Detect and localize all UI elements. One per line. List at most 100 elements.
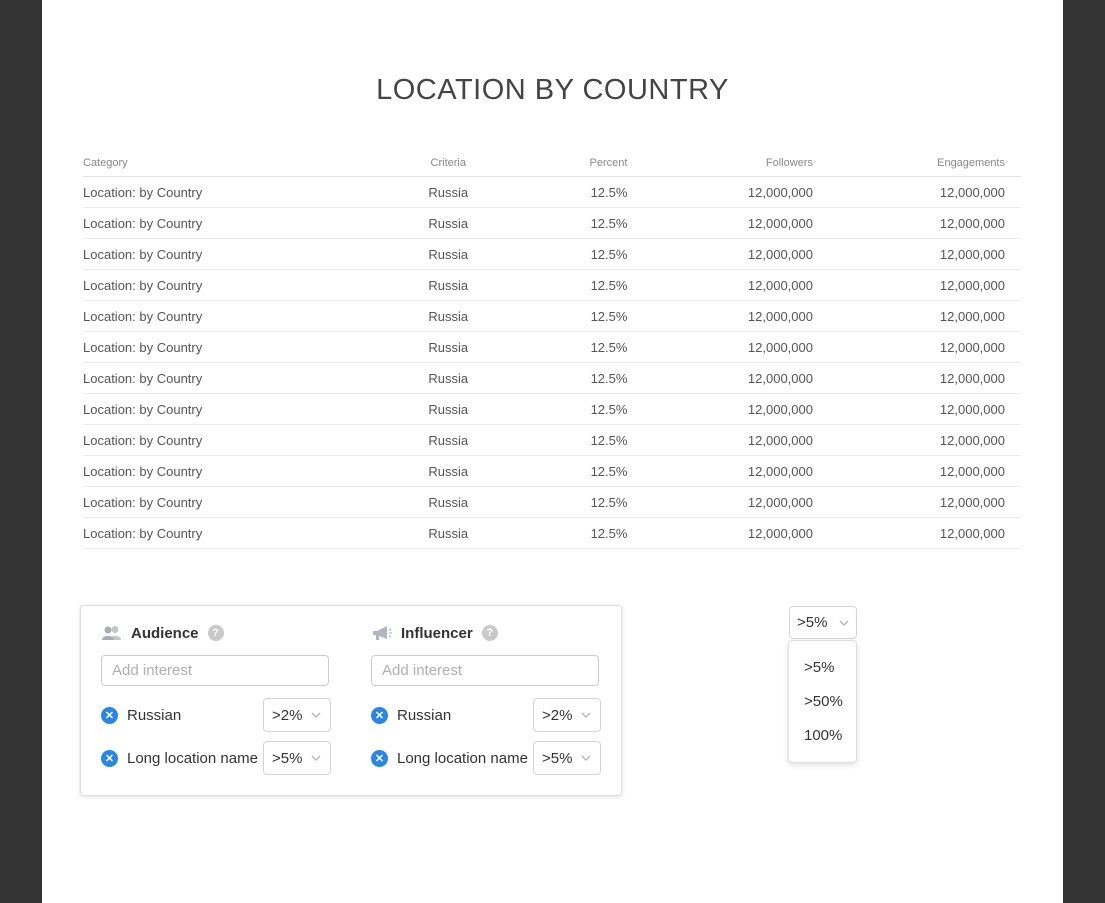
cell-engagements: 12,000,000 <box>828 207 1021 239</box>
cell-criteria: Russia <box>392 207 521 239</box>
megaphone-icon <box>371 625 393 641</box>
remove-tag-icon[interactable]: ✕ <box>371 706 388 724</box>
cell-percent: 12.5% <box>520 424 644 456</box>
cell-category: Location: by Country <box>83 455 393 487</box>
cell-engagements: 12,000,000 <box>828 486 1021 518</box>
threshold-value: >5% <box>542 749 573 767</box>
remove-tag-icon[interactable]: ✕ <box>101 706 118 724</box>
threshold-dropdown-menu: >5% >50% 100% <box>788 640 857 763</box>
cell-engagements: 12,000,000 <box>828 300 1021 332</box>
cell-followers: 12,000,000 <box>643 424 829 456</box>
help-icon[interactable]: ? <box>481 625 498 641</box>
cell-engagements: 12,000,000 <box>828 393 1021 425</box>
header-category[interactable]: Category <box>83 150 393 177</box>
header-followers[interactable]: Followers <box>643 150 829 177</box>
location-table: Category Criteria Percent Followers Enga… <box>83 150 1021 549</box>
cell-followers: 12,000,000 <box>643 455 829 487</box>
cell-percent: 12.5% <box>520 331 644 363</box>
table-header-row: Category Criteria Percent Followers Enga… <box>83 150 1021 177</box>
audience-tag-row: ✕ Russian >2% <box>101 698 331 732</box>
cell-category: Location: by Country <box>83 331 393 363</box>
page-title: LOCATION BY COUNTRY <box>376 74 729 106</box>
tag-label: Russian <box>127 706 182 724</box>
cell-followers: 12,000,000 <box>643 517 829 549</box>
chevron-down-icon <box>581 755 591 761</box>
audience-header: Audience ? <box>101 623 224 643</box>
cell-percent: 12.5% <box>520 486 644 518</box>
threshold-select-open[interactable]: >5% <box>789 606 857 639</box>
cell-percent: 12.5% <box>520 300 644 332</box>
dropdown-option[interactable]: >5% <box>789 651 856 685</box>
audience-add-interest-input[interactable] <box>101 655 329 686</box>
threshold-value: >2% <box>272 706 303 724</box>
cell-followers: 12,000,000 <box>643 207 829 239</box>
threshold-select[interactable]: >2% <box>263 698 331 732</box>
table-body: Location: by Country Russia 12.5% 12,000,00… <box>83 176 1021 549</box>
audience-title: Audience <box>131 624 199 642</box>
table-row: Location: by Country Russia 12.5% 12,000,00… <box>83 331 1021 363</box>
cell-followers: 12,000,000 <box>643 269 829 301</box>
cell-followers: 12,000,000 <box>643 486 829 518</box>
cell-engagements: 12,000,000 <box>828 455 1021 487</box>
cell-criteria: Russia <box>392 238 521 270</box>
remove-tag-icon[interactable]: ✕ <box>101 749 118 767</box>
tag-label: Long location name <box>397 749 528 767</box>
cell-criteria: Russia <box>392 331 521 363</box>
cell-criteria: Russia <box>392 269 521 301</box>
tag-label: Long location name <box>127 749 258 767</box>
audience-people-icon <box>101 625 123 641</box>
remove-tag-icon[interactable]: ✕ <box>371 749 388 767</box>
page-canvas: LOCATION BY COUNTRY Category Criteria Pe… <box>42 0 1063 903</box>
threshold-value: >5% <box>797 614 828 631</box>
cell-percent: 12.5% <box>520 269 644 301</box>
header-criteria[interactable]: Criteria <box>392 150 521 177</box>
cell-category: Location: by Country <box>83 517 393 549</box>
cell-engagements: 12,000,000 <box>828 176 1021 208</box>
table-row: Location: by Country Russia 12.5% 12,000,00… <box>83 176 1021 208</box>
table-row: Location: by Country Russia 12.5% 12,000,00… <box>83 455 1021 487</box>
cell-followers: 12,000,000 <box>643 393 829 425</box>
chevron-down-icon <box>311 755 321 761</box>
cell-criteria: Russia <box>392 300 521 332</box>
table-row: Location: by Country Russia 12.5% 12,000,00… <box>83 486 1021 518</box>
cell-followers: 12,000,000 <box>643 176 829 208</box>
threshold-select[interactable]: >5% <box>533 741 601 775</box>
influencer-tag-row: ✕ Russian >2% <box>371 698 601 732</box>
cell-criteria: Russia <box>392 486 521 518</box>
cell-percent: 12.5% <box>520 238 644 270</box>
help-icon[interactable]: ? <box>207 625 224 641</box>
chevron-down-icon <box>581 712 591 718</box>
header-percent[interactable]: Percent <box>520 150 644 177</box>
dropdown-option[interactable]: 100% <box>789 719 856 753</box>
threshold-select[interactable]: >2% <box>533 698 601 732</box>
threshold-value: >5% <box>272 749 303 767</box>
table-row: Location: by Country Russia 12.5% 12,000,00… <box>83 269 1021 301</box>
cell-followers: 12,000,000 <box>643 300 829 332</box>
cell-followers: 12,000,000 <box>643 362 829 394</box>
cell-followers: 12,000,000 <box>643 238 829 270</box>
dropdown-option[interactable]: >50% <box>789 685 856 719</box>
table-row: Location: by Country Russia 12.5% 12,000,00… <box>83 424 1021 456</box>
cell-percent: 12.5% <box>520 362 644 394</box>
chevron-down-icon <box>311 712 321 718</box>
table-row: Location: by Country Russia 12.5% 12,000,00… <box>83 517 1021 549</box>
cell-category: Location: by Country <box>83 238 393 270</box>
cell-category: Location: by Country <box>83 300 393 332</box>
cell-criteria: Russia <box>392 517 521 549</box>
cell-engagements: 12,000,000 <box>828 424 1021 456</box>
cell-percent: 12.5% <box>520 455 644 487</box>
threshold-select[interactable]: >5% <box>263 741 331 775</box>
influencer-add-interest-input[interactable] <box>371 655 599 686</box>
cell-criteria: Russia <box>392 393 521 425</box>
cell-criteria: Russia <box>392 455 521 487</box>
cell-category: Location: by Country <box>83 207 393 239</box>
header-engagements[interactable]: Engagements <box>828 150 1021 177</box>
table-row: Location: by Country Russia 12.5% 12,000,00… <box>83 207 1021 239</box>
table-row: Location: by Country Russia 12.5% 12,000,00… <box>83 300 1021 332</box>
cell-engagements: 12,000,000 <box>828 269 1021 301</box>
cell-category: Location: by Country <box>83 176 393 208</box>
cell-engagements: 12,000,000 <box>828 331 1021 363</box>
cell-category: Location: by Country <box>83 269 393 301</box>
cell-category: Location: by Country <box>83 424 393 456</box>
table-row: Location: by Country Russia 12.5% 12,000,00… <box>83 393 1021 425</box>
